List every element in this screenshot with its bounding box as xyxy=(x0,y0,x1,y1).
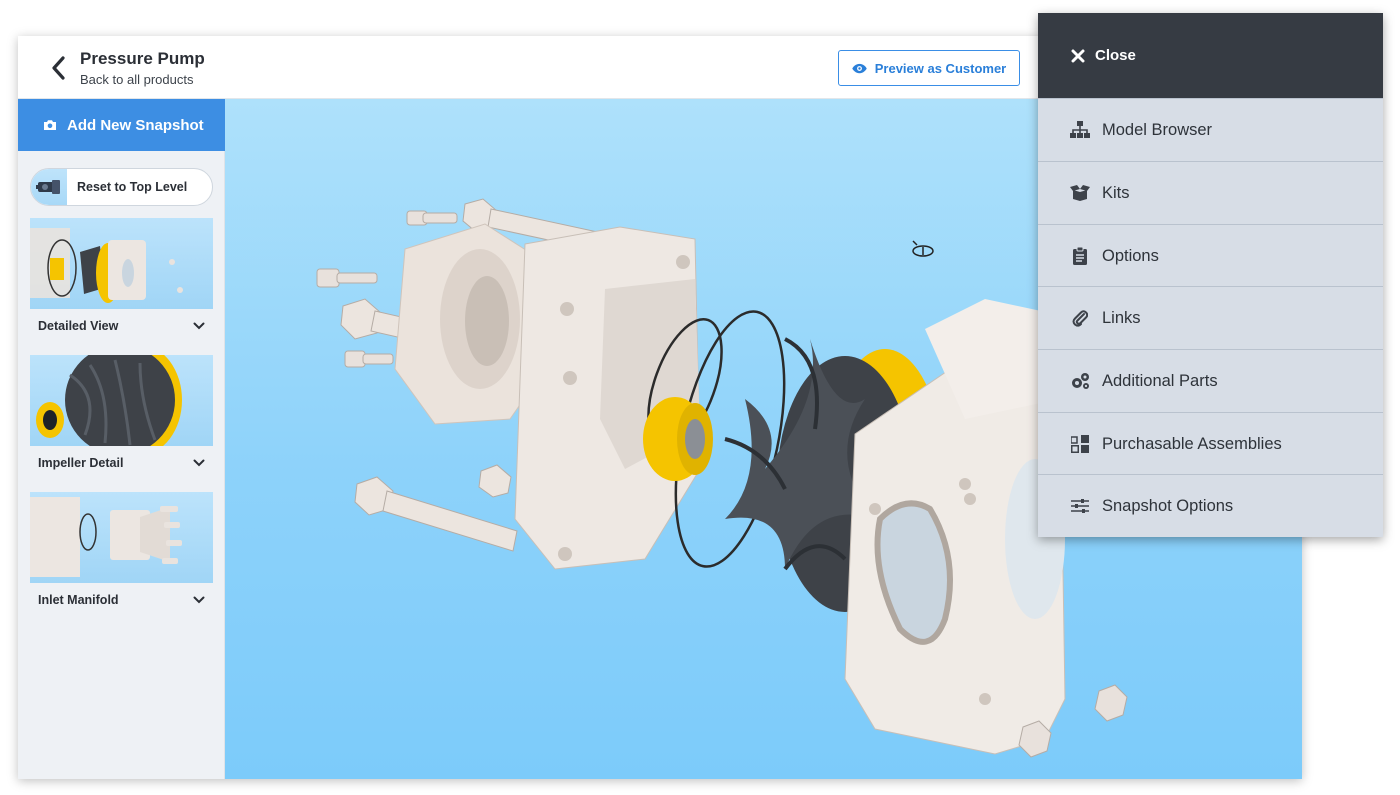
paperclip-icon xyxy=(1070,308,1090,328)
menu-item-label: Purchasable Assemblies xyxy=(1102,434,1282,453)
menu-item-label: Links xyxy=(1102,308,1141,327)
snapshot-footer: Detailed View xyxy=(30,309,213,343)
reset-label: Reset to Top Level xyxy=(77,180,188,194)
chevron-down-icon[interactable] xyxy=(193,322,205,330)
reset-to-top-level-button[interactable]: Reset to Top Level xyxy=(30,168,213,206)
menu-item-label: Kits xyxy=(1102,183,1130,202)
menu-item-snapshot-options[interactable]: Snapshot Options xyxy=(1038,474,1383,537)
close-label: Close xyxy=(1095,47,1136,64)
menu-item-links[interactable]: Links xyxy=(1038,286,1383,349)
side-menu-panel: Close Model Browser Kits Options Links A… xyxy=(1038,13,1383,537)
box-open-icon xyxy=(1070,183,1090,203)
cubes-icon xyxy=(1070,434,1090,454)
menu-item-options[interactable]: Options xyxy=(1038,224,1383,287)
menu-item-label: Additional Parts xyxy=(1102,371,1218,390)
preview-as-customer-button[interactable]: Preview as Customer xyxy=(838,50,1020,86)
yellow-bushing-part[interactable] xyxy=(643,397,713,481)
rotate-cursor-icon xyxy=(912,240,934,257)
snapshot-thumbnail xyxy=(30,218,213,309)
menu-item-label: Model Browser xyxy=(1102,120,1213,139)
preview-button-label: Preview as Customer xyxy=(874,60,1007,76)
snapshot-footer: Impeller Detail xyxy=(30,446,213,480)
eye-icon xyxy=(852,63,867,73)
menu-item-kits[interactable]: Kits xyxy=(1038,161,1383,224)
back-button[interactable] xyxy=(48,54,70,82)
sitemap-icon xyxy=(1070,120,1090,140)
add-new-snapshot-button[interactable]: Add New Snapshot xyxy=(18,99,225,151)
sliders-icon xyxy=(1070,496,1090,516)
chevron-down-icon[interactable] xyxy=(193,459,205,467)
menu-item-label: Options xyxy=(1102,246,1159,265)
close-panel-button[interactable]: Close xyxy=(1038,13,1383,98)
snapshot-label: Detailed View xyxy=(38,319,119,333)
cogs-icon xyxy=(1070,371,1090,391)
chevron-left-icon xyxy=(52,56,65,80)
chevron-down-icon[interactable] xyxy=(193,596,205,604)
snapshot-sidebar: Add New Snapshot Reset to Top Level Deta… xyxy=(18,99,225,779)
add-snapshot-label: Add New Snapshot xyxy=(67,116,204,134)
reset-thumbnail xyxy=(31,169,67,205)
back-link[interactable]: Back to all products xyxy=(80,72,193,87)
menu-item-additional-parts[interactable]: Additional Parts xyxy=(1038,349,1383,412)
snapshot-footer: Inlet Manifold xyxy=(30,583,213,617)
snapshot-card-detailed-view[interactable]: Detailed View xyxy=(30,218,213,343)
snapshot-thumbnail xyxy=(30,492,213,583)
snapshot-thumbnail xyxy=(30,355,213,446)
pump-thumbnail-icon xyxy=(36,180,60,194)
menu-item-label: Snapshot Options xyxy=(1102,496,1234,515)
page-title: Pressure Pump xyxy=(80,49,205,68)
camera-icon xyxy=(44,120,56,130)
clipboard-list-icon xyxy=(1070,246,1090,266)
menu-item-purchasable-assemblies[interactable]: Purchasable Assemblies xyxy=(1038,412,1383,475)
menu-item-model-browser[interactable]: Model Browser xyxy=(1038,98,1383,161)
snapshot-card-inlet-manifold[interactable]: Inlet Manifold xyxy=(30,492,213,617)
snapshot-label: Impeller Detail xyxy=(38,456,124,470)
snapshot-label: Inlet Manifold xyxy=(38,593,119,607)
snapshot-card-impeller-detail[interactable]: Impeller Detail xyxy=(30,355,213,480)
close-icon xyxy=(1071,49,1085,62)
